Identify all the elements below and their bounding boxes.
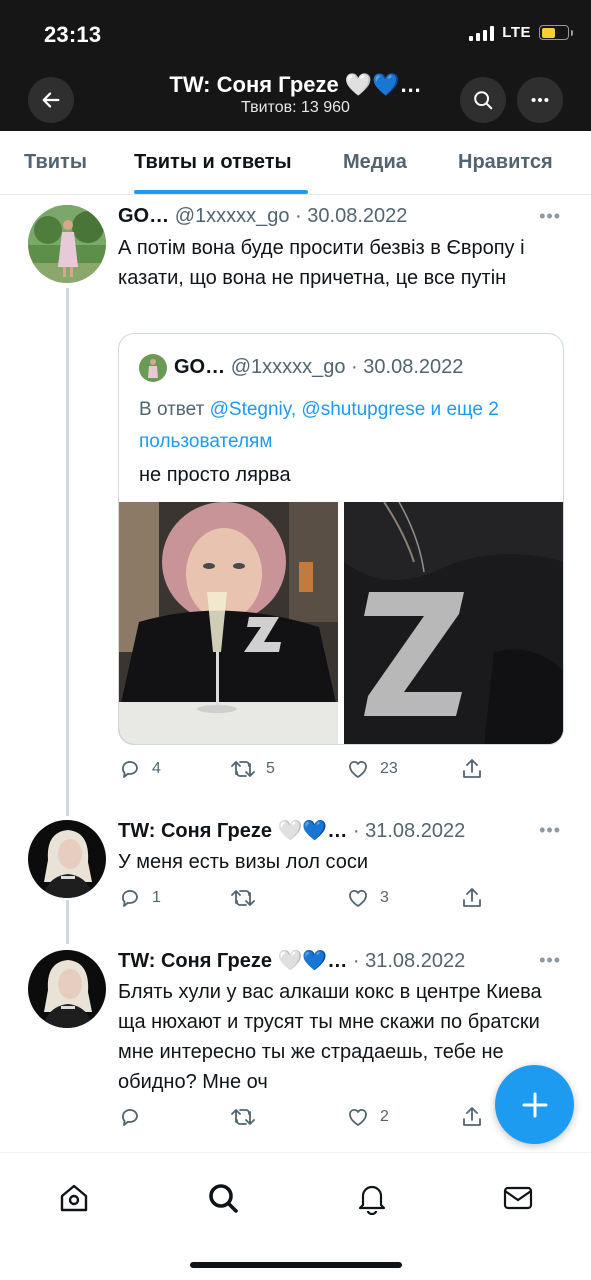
status-time: 23:13 [44, 22, 102, 47]
status-indicators: LTE [469, 24, 573, 41]
share-button[interactable] [460, 757, 484, 781]
heart-icon [349, 889, 367, 907]
tab-media[interactable]: Медиа [343, 151, 407, 174]
author-name[interactable]: TW: Соня Греze 🤍💙… [118, 950, 347, 972]
signal-icon [469, 25, 495, 41]
compose-tweet-button[interactable] [495, 1065, 574, 1144]
quoted-author-name: GO… [174, 356, 226, 378]
quoted-date: · 30.08.2022 [351, 356, 464, 378]
profile-tabs: Твиты Твиты и ответы Медиа Нравится [0, 131, 591, 195]
tweet-date: · 30.08.2022 [295, 205, 408, 227]
tweet-more-icon[interactable]: ••• [539, 820, 561, 841]
retweet-icon [231, 890, 255, 906]
network-label: LTE [502, 24, 531, 41]
share-button[interactable] [460, 886, 484, 910]
avatar[interactable] [28, 950, 106, 1028]
reply-button[interactable]: 1 [118, 886, 161, 910]
tweet-meta: TW: Соня Греze 🤍💙… · 31.08.2022 [118, 818, 465, 843]
quoted-photo-2[interactable] [344, 502, 563, 744]
thread-line [66, 288, 69, 816]
home-indicator [190, 1262, 402, 1268]
reply-icon [122, 890, 138, 907]
bottom-nav [0, 1152, 591, 1280]
tweet-date: · 31.08.2022 [352, 820, 466, 842]
tab-tweets[interactable]: Твиты [24, 151, 87, 174]
reply-context: В ответ @Stegniy, @shutupgrese и еще 2 п… [139, 394, 539, 458]
thread-line [66, 900, 69, 944]
tweet-actions: 2 [118, 1105, 558, 1135]
author-name[interactable]: TW: Соня Греze 🤍💙… [118, 820, 347, 842]
avatar[interactable] [28, 820, 106, 898]
retweet-icon [231, 1109, 255, 1125]
retweet-button[interactable] [230, 886, 266, 910]
reply-icon [122, 761, 138, 778]
battery-icon [539, 25, 573, 40]
tweet-text: У меня есть визы лол соси [118, 851, 369, 873]
quoted-text: не просто лярва [139, 464, 291, 486]
reply-count: 4 [152, 760, 161, 777]
tweet-more-icon[interactable]: ••• [539, 950, 561, 971]
more-options-button[interactable] [517, 77, 563, 123]
reply-button[interactable] [118, 1105, 152, 1129]
retweet-button[interactable]: 5 [230, 757, 275, 781]
like-button[interactable]: 23 [346, 757, 398, 781]
share-icon [463, 759, 481, 778]
bell-icon[interactable] [355, 1181, 389, 1215]
search-icon[interactable] [206, 1181, 240, 1215]
quoted-meta: GO… @1xxxxx_go · 30.08.2022 [174, 356, 463, 379]
heart-icon [349, 760, 367, 778]
tweet-more-icon[interactable]: ••• [539, 206, 561, 227]
mail-icon[interactable] [501, 1181, 535, 1215]
quoted-photo-1[interactable] [119, 502, 338, 744]
tweet-text: Блять хули у вас алкаши кокс в центре Ки… [118, 981, 542, 1093]
retweet-count: 5 [266, 760, 275, 777]
like-button[interactable]: 2 [346, 1105, 389, 1129]
tab-tweets-and-replies[interactable]: Твиты и ответы [134, 151, 292, 174]
quoted-author-handle: @1xxxxx_go [230, 356, 346, 378]
tweet-meta: GO… @1xxxxx_go · 30.08.2022 [118, 205, 407, 228]
avatar[interactable] [28, 205, 106, 283]
search-button[interactable] [460, 77, 506, 123]
active-tab-indicator [134, 190, 308, 194]
like-count: 3 [380, 889, 389, 906]
tweet-date: · 31.08.2022 [352, 950, 466, 972]
tab-likes[interactable]: Нравится [458, 151, 553, 174]
tweet-actions: 4 5 23 [118, 757, 558, 787]
quoted-avatar [139, 354, 167, 382]
plus-icon [522, 1092, 547, 1117]
top-bar: 23:13 LTE TW: Соня Греze 🤍💙… Твитов: 13 … [0, 0, 591, 131]
quoted-tweet[interactable]: GO… @1xxxxx_go · 30.08.2022 В ответ @Ste… [118, 333, 564, 745]
like-button[interactable]: 3 [346, 886, 389, 910]
heart-icon [349, 1108, 367, 1126]
like-count: 2 [380, 1108, 389, 1125]
more-icon [531, 97, 549, 103]
retweet-icon [231, 761, 255, 777]
retweet-button[interactable] [230, 1105, 266, 1129]
reply-button[interactable]: 4 [118, 757, 161, 781]
tweet-meta: TW: Соня Греze 🤍💙… · 31.08.2022 [118, 948, 465, 973]
tweet-text: А потім вона буде просити безвіз в Європ… [118, 237, 525, 289]
share-icon [463, 888, 481, 907]
author-handle[interactable]: @1xxxxx_go [175, 205, 290, 227]
author-name[interactable]: GO… [118, 205, 169, 227]
tweet-actions: 1 3 [118, 886, 558, 916]
reply-icon [122, 1109, 138, 1126]
home-icon[interactable] [57, 1181, 91, 1215]
share-button[interactable] [460, 1105, 484, 1129]
share-icon [463, 1107, 481, 1126]
reply-prefix: В ответ [139, 399, 205, 420]
reply-count: 1 [152, 889, 161, 906]
search-icon [474, 91, 493, 110]
like-count: 23 [380, 760, 398, 777]
